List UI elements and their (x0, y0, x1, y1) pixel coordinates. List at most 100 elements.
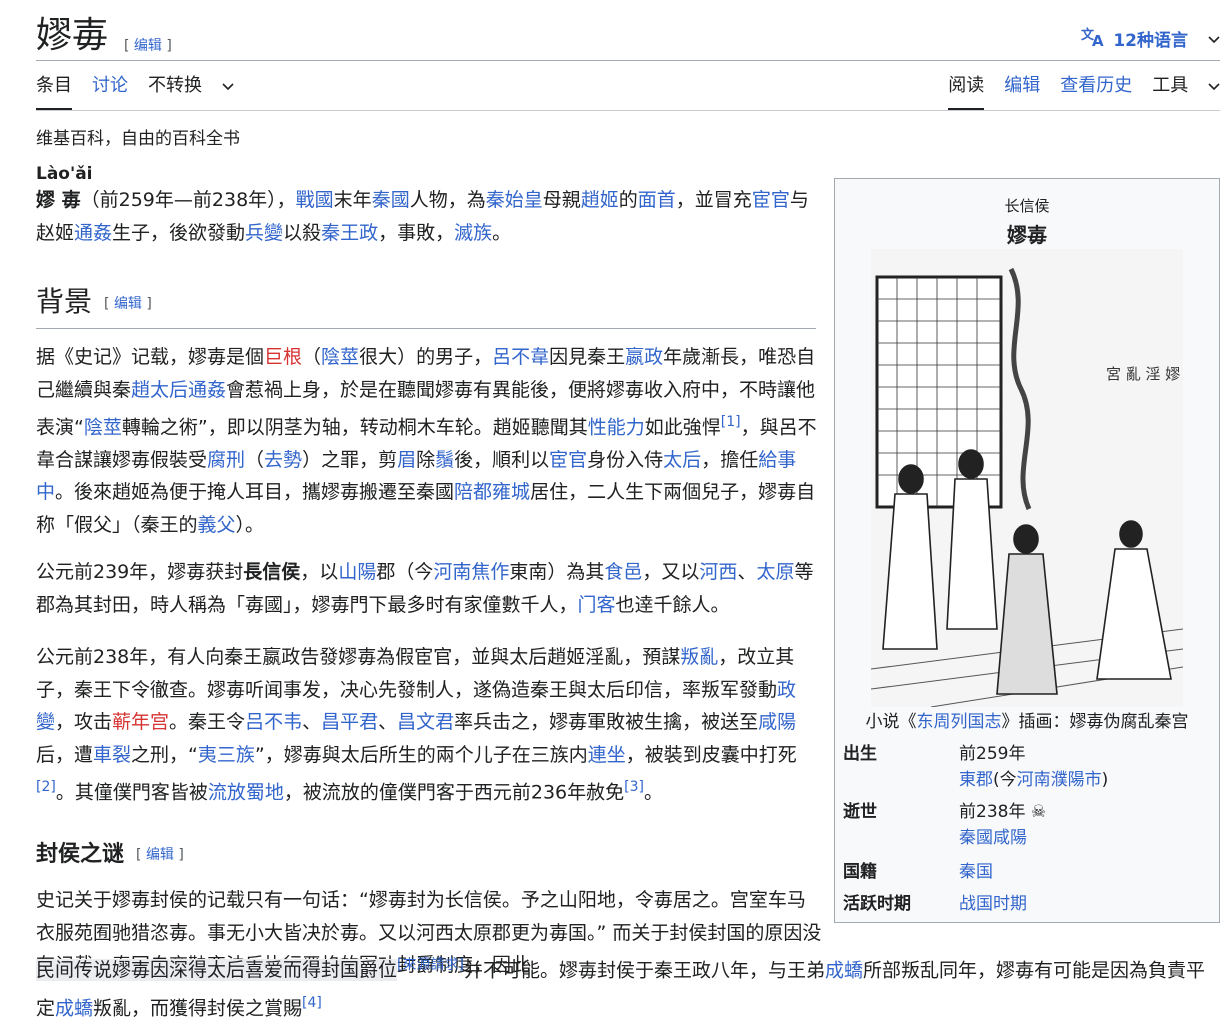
link-empress-dowager[interactable]: 太后 (663, 449, 701, 471)
link-stepfather[interactable]: 義父 (198, 514, 236, 536)
link-rebellion[interactable]: 叛亂 (680, 646, 718, 668)
reference-3[interactable]: [3] (624, 779, 644, 795)
link-zhao-ji[interactable]: 趙姬 (581, 189, 619, 211)
edit-link-label[interactable]: 编辑 (146, 847, 174, 863)
link-beard[interactable]: 鬚 (435, 449, 454, 471)
link-henan[interactable]: 河南 (433, 561, 471, 583)
variant-label: 不转换 (148, 75, 202, 96)
text: （前259年—前238年）， (80, 189, 296, 211)
text: ）。 (235, 513, 265, 536)
link-chengjiao[interactable]: 成蟜 (825, 959, 863, 981)
link-qin-state[interactable]: 秦国 (959, 859, 993, 885)
edit-link-label[interactable]: 编辑 (114, 296, 142, 312)
tools-dropdown[interactable]: 工具 (1152, 72, 1220, 108)
link-penis[interactable]: 陰莖 (84, 416, 122, 438)
text: 東南）為其 (509, 561, 605, 583)
svg-text:A: A (1092, 32, 1104, 47)
text: ) (1101, 770, 1109, 790)
link-eunuch[interactable]: 宦官 (549, 449, 587, 471)
text: 的 (618, 189, 638, 211)
link-hexi[interactable]: 河西 (699, 561, 737, 583)
link-fief[interactable]: 食邑 (604, 561, 642, 583)
variant-dropdown[interactable]: 不转换 (148, 72, 234, 108)
link-penis[interactable]: 陰莖 (321, 346, 359, 368)
link-castration-penalty[interactable]: 腐刑 (207, 449, 245, 471)
link-dongzhou-lieguozhi[interactable]: 东周列国志 (917, 712, 1002, 732)
tab-history[interactable]: 查看历史 (1060, 72, 1132, 108)
infobox-value: 前259年 東郡(今河南濮陽市) (959, 741, 1108, 793)
section-edit-link[interactable]: [ 编辑 ] (104, 296, 152, 312)
link-ying-zheng[interactable]: 嬴政 (625, 346, 663, 368)
bold-title: 長信侯 (243, 561, 301, 583)
link-adultery[interactable]: 通姦 (74, 222, 112, 244)
text: 、 (737, 561, 757, 583)
link-shanyang[interactable]: 山陽 (338, 561, 376, 583)
link-retainer[interactable]: 门客 (578, 594, 616, 616)
link-eyebrow[interactable]: 眉 (397, 449, 416, 471)
text: 末年 (333, 189, 372, 211)
section-heading-fenhou: 封侯之谜 [ 编辑 ] (36, 840, 184, 870)
reference-1[interactable]: [1] (721, 414, 741, 430)
text: （ (302, 346, 322, 368)
language-button[interactable]: 文 A 12种语言 (1081, 25, 1220, 52)
link-qin-shi-huang[interactable]: 秦始皇 (486, 189, 543, 211)
link-empress-zhao[interactable]: 趙太后 (131, 379, 188, 401)
link-adultery[interactable]: 通姦 (188, 379, 226, 401)
link-jiaozuo[interactable]: 焦作 (471, 561, 509, 583)
text: 除 (416, 448, 436, 471)
title-edit-link[interactable]: [ 编辑 ] (124, 35, 172, 55)
tab-edit[interactable]: 编辑 (1004, 72, 1040, 108)
tab-article[interactable]: 条目 (36, 72, 72, 110)
citation-needed[interactable]: [來源請求] (397, 957, 464, 973)
text: 。 (492, 221, 512, 244)
link-xianyang[interactable]: 咸陽 (758, 711, 796, 733)
infobox-label: 逝世 (843, 802, 877, 822)
text: 如此強悍 (644, 416, 721, 439)
link-clan-extermination[interactable]: 滅族 (454, 222, 492, 244)
link-three-clans[interactable]: 夷三族 (198, 744, 255, 766)
link-chengjiao[interactable]: 成蟜 (55, 997, 93, 1019)
section-edit-link[interactable]: [ 编辑 ] (136, 847, 184, 863)
link-dongjun[interactable]: 東郡 (959, 770, 993, 790)
edit-link-label[interactable]: 编辑 (134, 38, 162, 54)
link-red-juxgen[interactable]: 巨根 (264, 346, 302, 368)
infobox-illustration[interactable]: 宮 亂 淫 嫪 毐 秦 (870, 249, 1220, 708)
link-puyang[interactable]: 河南濮陽市 (1017, 770, 1102, 790)
link-dismemberment[interactable]: 車裂 (93, 744, 131, 766)
link-taiyuan[interactable]: 太原 (756, 561, 794, 583)
tab-read[interactable]: 阅读 (948, 72, 985, 110)
link-eunuch[interactable]: 宦官 (752, 189, 790, 211)
link-collective-punishment[interactable]: 連坐 (588, 744, 626, 766)
text: 叛亂，而獲得封侯之賞賜 (93, 997, 303, 1020)
text: 后，遭 (36, 743, 94, 766)
link-mutiny[interactable]: 兵變 (245, 222, 283, 244)
text: 身份入侍 (587, 448, 664, 471)
reference-2[interactable]: [2] (36, 779, 56, 795)
link-lu-buwei[interactable]: 呂不韋 (492, 346, 549, 368)
section-heading-background: 背景 [ 编辑 ] (36, 284, 816, 329)
link-lord-changping[interactable]: 昌平君 (321, 711, 378, 733)
link-king-zheng[interactable]: 秦王政 (321, 222, 378, 244)
link-lu-buwei[interactable]: 吕不韦 (245, 711, 302, 733)
link-sexual-ability[interactable]: 性能力 (588, 416, 645, 438)
link-red-qinian-palace[interactable]: 蕲年宫 (112, 711, 169, 733)
link-mianshou[interactable]: 面首 (638, 189, 676, 211)
link-secondary-capital[interactable]: 陪都 (454, 481, 492, 503)
link-exile-shu[interactable]: 流放蜀地 (208, 781, 284, 803)
tab-talk[interactable]: 讨论 (92, 72, 128, 108)
text: 之刑，“ (131, 743, 198, 766)
reference-4[interactable]: [4] (302, 995, 322, 1011)
link-warring-states[interactable]: 戰國 (296, 189, 334, 211)
link-castration[interactable]: 去勢 (264, 449, 302, 471)
link-warring-states-period[interactable]: 战国时期 (959, 891, 1027, 917)
text: 。 (644, 781, 664, 804)
link-lord-changwen[interactable]: 昌文君 (397, 711, 454, 733)
link-qin[interactable]: 秦國 (372, 189, 410, 211)
chevron-down-icon (1208, 75, 1220, 96)
text: 很大）的男子， (359, 346, 493, 368)
text: 後，順利以 (454, 448, 550, 471)
link-yong-city[interactable]: 雍城 (492, 481, 530, 503)
link-xianyang[interactable]: 秦國咸陽 (959, 828, 1027, 848)
text: 也逹千餘人。 (615, 593, 730, 616)
text: 轉輪之術”，即以阴茎为轴，转动桐木车轮。趙姬聽聞其 (121, 416, 588, 439)
